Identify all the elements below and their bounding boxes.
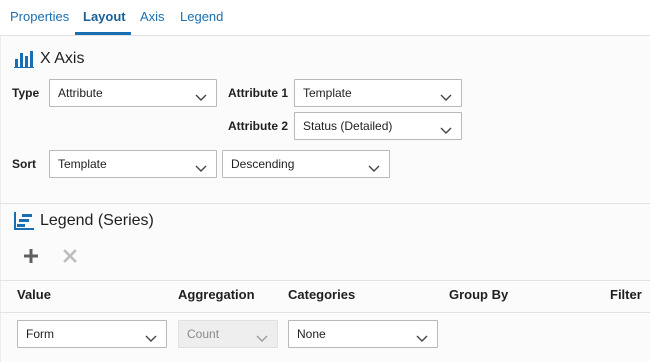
section-divider	[0, 203, 650, 204]
table-header-divider	[0, 312, 650, 313]
sort-order-select[interactable]: Descending	[222, 150, 390, 178]
type-select-value: Attribute	[58, 86, 103, 100]
tab-axis[interactable]: Axis	[140, 9, 165, 24]
x-axis-section-title: X Axis	[14, 50, 84, 68]
attribute-1-select[interactable]: Template	[294, 79, 462, 107]
series-categories-select[interactable]: None	[288, 320, 438, 348]
series-value: Form	[26, 327, 54, 341]
series-value-select[interactable]: Form	[17, 320, 167, 348]
chevron-down-icon	[145, 330, 157, 348]
series-categories-value: None	[297, 327, 326, 341]
column-header-categories: Categories	[288, 287, 356, 302]
tab-properties[interactable]: Properties	[10, 9, 69, 24]
tab-legend[interactable]: Legend	[180, 9, 223, 24]
attribute-2-select[interactable]: Status (Detailed)	[294, 112, 462, 140]
active-tab-indicator	[75, 32, 131, 35]
attribute-2-value: Status (Detailed)	[303, 119, 393, 133]
column-header-group-by: Group By	[449, 287, 509, 302]
legend-section-title: Legend (Series)	[14, 212, 154, 230]
chevron-down-icon	[368, 160, 380, 178]
sort-order-value: Descending	[231, 157, 295, 171]
attribute-1-value: Template	[303, 86, 352, 100]
close-icon	[63, 248, 77, 268]
column-header-filter: Filter	[610, 287, 642, 302]
series-aggregation-value: Count	[187, 327, 220, 341]
type-label: Type	[12, 86, 40, 100]
chevron-down-icon	[195, 89, 207, 107]
remove-series-button[interactable]	[59, 247, 81, 269]
series-aggregation-select: Count	[178, 320, 278, 348]
attribute-2-label: Attribute 2	[228, 119, 288, 133]
sort-select[interactable]: Template	[49, 150, 217, 178]
type-select[interactable]: Attribute	[49, 79, 217, 107]
column-header-value: Value	[17, 287, 51, 302]
sort-select-value: Template	[58, 157, 107, 171]
legend-series-icon	[14, 212, 34, 230]
legend-title-text: Legend (Series)	[40, 212, 154, 229]
table-top-divider	[0, 280, 650, 281]
sort-label: Sort	[12, 157, 36, 171]
chevron-down-icon	[416, 330, 428, 348]
add-series-button[interactable]	[20, 247, 42, 269]
chevron-down-icon	[440, 89, 452, 107]
attribute-1-label: Attribute 1	[228, 86, 288, 100]
x-axis-title-text: X Axis	[40, 50, 85, 67]
column-header-aggregation: Aggregation	[178, 287, 255, 302]
chevron-down-icon	[440, 122, 452, 140]
tab-layout[interactable]: Layout	[83, 9, 126, 24]
tab-bar: Properties Layout Axis Legend	[0, 0, 650, 36]
chevron-down-icon	[195, 160, 207, 178]
plus-icon	[23, 248, 39, 269]
chevron-down-icon	[256, 330, 268, 348]
bar-chart-icon	[14, 50, 34, 68]
